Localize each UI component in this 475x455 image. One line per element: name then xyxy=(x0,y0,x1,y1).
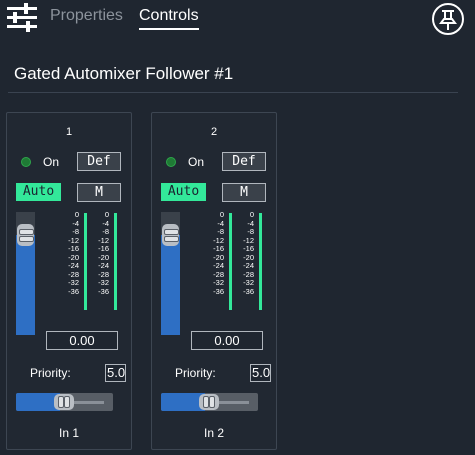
slider-groove xyxy=(72,401,104,404)
channel-number: 2 xyxy=(210,126,218,138)
gain-fader[interactable] xyxy=(16,212,35,335)
page-title: Gated Automixer Follower #1 xyxy=(14,64,234,83)
mute-button[interactable]: M xyxy=(77,183,121,202)
def-button[interactable]: Def xyxy=(222,152,266,171)
scale-tick: -36 xyxy=(213,286,224,296)
divider xyxy=(8,92,458,93)
meter-scale-right: 0 -4 -8 -12 -16 -20 -24 -28 -32 -36 xyxy=(236,210,254,296)
scale-tick: -36 xyxy=(98,286,109,296)
level-meter-bar xyxy=(259,213,262,310)
tab-properties[interactable]: Properties xyxy=(50,7,123,25)
meter-scale-left: 0 -4 -8 -12 -16 -20 -24 -28 -32 -36 xyxy=(206,210,224,296)
level-meter-bar xyxy=(114,213,117,310)
channel-number: 1 xyxy=(65,126,73,138)
mute-button[interactable]: M xyxy=(222,183,266,202)
on-led-indicator xyxy=(21,157,31,167)
priority-slider[interactable] xyxy=(16,393,113,411)
priority-field[interactable]: 5.00 xyxy=(105,364,126,382)
meter-scale-right: 0 -4 -8 -12 -16 -20 -24 -28 -32 -36 xyxy=(91,210,109,296)
tab-controls[interactable]: Controls xyxy=(139,7,199,25)
fader-knob[interactable] xyxy=(17,224,34,246)
def-button[interactable]: Def xyxy=(77,152,121,171)
channel-strip-1: 1 On Def Auto M 0 -4 -8 -12 -16 -20 -24 … xyxy=(6,112,132,450)
scale-tick: -36 xyxy=(243,286,254,296)
on-label: On xyxy=(43,155,60,169)
meter-scale-left: 0 -4 -8 -12 -16 -20 -24 -28 -32 -36 xyxy=(61,210,79,296)
fader-fill xyxy=(161,235,180,335)
slider-knob[interactable] xyxy=(54,394,74,410)
on-label: On xyxy=(188,155,205,169)
slider-knob[interactable] xyxy=(199,394,219,410)
priority-field[interactable]: 5.00 xyxy=(250,364,271,382)
gain-value-field[interactable]: 0.00 xyxy=(46,331,118,350)
channel-strip-2: 2 On Def Auto M 0 -4 -8 -12 -16 -20 -24 … xyxy=(151,112,277,450)
auto-button[interactable]: Auto xyxy=(16,183,61,201)
input-label: In 2 xyxy=(203,426,224,440)
pin-button[interactable] xyxy=(432,3,464,35)
priority-slider[interactable] xyxy=(161,393,258,411)
scale-tick: -36 xyxy=(68,286,79,296)
level-meter-bar xyxy=(229,213,232,310)
gain-fader[interactable] xyxy=(161,212,180,335)
slider-groove xyxy=(217,401,249,404)
pin-icon xyxy=(439,10,457,30)
on-led-indicator xyxy=(166,157,176,167)
sliders-icon[interactable] xyxy=(6,3,38,33)
priority-label: Priority: xyxy=(175,366,216,380)
active-tab-indicator xyxy=(139,28,199,30)
gain-value-field[interactable]: 0.00 xyxy=(191,331,263,350)
priority-label: Priority: xyxy=(30,366,71,380)
auto-button[interactable]: Auto xyxy=(161,183,206,201)
top-bar: Properties Controls xyxy=(0,0,475,40)
fader-knob[interactable] xyxy=(162,224,179,246)
fader-fill xyxy=(16,235,35,335)
level-meter-bar xyxy=(84,213,87,310)
input-label: In 1 xyxy=(58,426,79,440)
